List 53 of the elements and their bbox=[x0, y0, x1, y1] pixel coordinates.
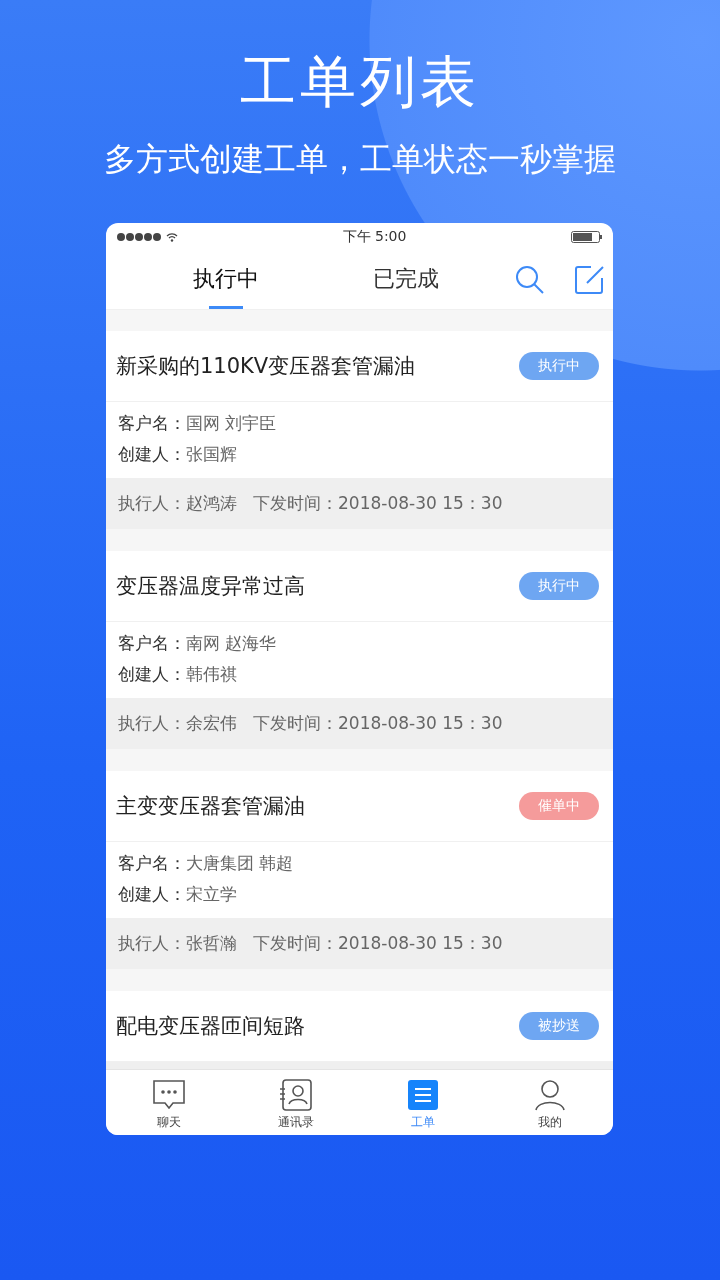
field-label: 下发时间： bbox=[253, 712, 338, 735]
field-label: 执行人： bbox=[118, 712, 186, 735]
subtitle: 多方式创建工单，工单状态一秒掌握 bbox=[104, 139, 616, 180]
issue-time: 2018-08-30 15：30 bbox=[338, 712, 503, 735]
field-label: 客户名： bbox=[118, 632, 186, 655]
customer-name: 国网 刘宇臣 bbox=[186, 412, 277, 435]
customer-name: 大唐集团 韩超 bbox=[186, 852, 294, 875]
list-icon bbox=[406, 1078, 439, 1111]
field-label: 下发时间： bbox=[253, 492, 338, 515]
person-icon bbox=[533, 1078, 566, 1111]
field-label: 客户名： bbox=[118, 412, 186, 435]
order-card[interactable]: 配电变压器匝间短路 被抄送 bbox=[106, 991, 613, 1069]
field-label: 创建人： bbox=[118, 883, 186, 906]
nav-item[interactable]: 工单 bbox=[359, 1070, 487, 1135]
field-label: 执行人： bbox=[118, 932, 186, 955]
status-tag: 被抄送 bbox=[519, 1012, 599, 1040]
nav-item[interactable]: 我的 bbox=[486, 1070, 613, 1135]
order-card[interactable]: 主变变压器套管漏油 催单中 客户名：大唐集团 韩超 创建人：宋立学 执行人：张哲瀚 下发时间：2018-08-30 15：30 bbox=[106, 771, 613, 969]
compose-icon[interactable] bbox=[575, 264, 605, 295]
status-time: 下午 5:00 bbox=[342, 227, 407, 246]
order-title: 配电变压器匝间短路 bbox=[116, 1013, 305, 1040]
nav-item[interactable]: 聊天 bbox=[106, 1070, 233, 1135]
issue-time: 2018-08-30 15：30 bbox=[338, 932, 503, 955]
field-label: 执行人： bbox=[118, 492, 186, 515]
field-label: 客户名： bbox=[118, 852, 186, 875]
field-label: 创建人： bbox=[118, 663, 186, 686]
order-title: 新采购的110KV变压器套管漏油 bbox=[116, 353, 416, 380]
headline: 工单列表 bbox=[240, 48, 480, 116]
nav-item[interactable]: 通讯录 bbox=[232, 1070, 360, 1135]
creator-name: 韩伟祺 bbox=[186, 663, 237, 686]
battery-icon bbox=[571, 230, 603, 243]
executor-name: 余宏伟 bbox=[186, 712, 237, 735]
chat-icon bbox=[152, 1078, 187, 1111]
field-label: 创建人： bbox=[118, 443, 186, 466]
tab[interactable]: 已完成 bbox=[316, 250, 496, 309]
order-card[interactable]: 变压器温度异常过高 执行中 客户名：南网 赵海华 创建人：韩伟祺 执行人：余宏伟 下发时间：2018-08-30 15：30 bbox=[106, 551, 613, 749]
tab[interactable]: 执行中 bbox=[136, 250, 316, 309]
executor-name: 张哲瀚 bbox=[186, 932, 237, 955]
contact-card-icon bbox=[279, 1078, 314, 1111]
status-tag: 催单中 bbox=[519, 792, 599, 820]
order-card[interactable]: 新采购的110KV变压器套管漏油 执行中 客户名：国网 刘宇臣 创建人：张国辉 执行人：赵鸿涛 下发时间：2018-08-30 15：30 bbox=[106, 331, 613, 529]
status-tag: 执行中 bbox=[519, 352, 599, 380]
customer-name: 南网 赵海华 bbox=[186, 632, 277, 655]
executor-name: 赵鸿涛 bbox=[186, 492, 237, 515]
order-title: 主变变压器套管漏油 bbox=[116, 793, 305, 820]
creator-name: 宋立学 bbox=[186, 883, 237, 906]
issue-time: 2018-08-30 15：30 bbox=[338, 492, 503, 515]
order-title: 变压器温度异常过高 bbox=[116, 573, 305, 600]
field-label: 下发时间： bbox=[253, 932, 338, 955]
signal-icon bbox=[116, 231, 178, 242]
search-icon[interactable] bbox=[515, 264, 545, 295]
creator-name: 张国辉 bbox=[186, 443, 237, 466]
status-tag: 执行中 bbox=[519, 572, 599, 600]
